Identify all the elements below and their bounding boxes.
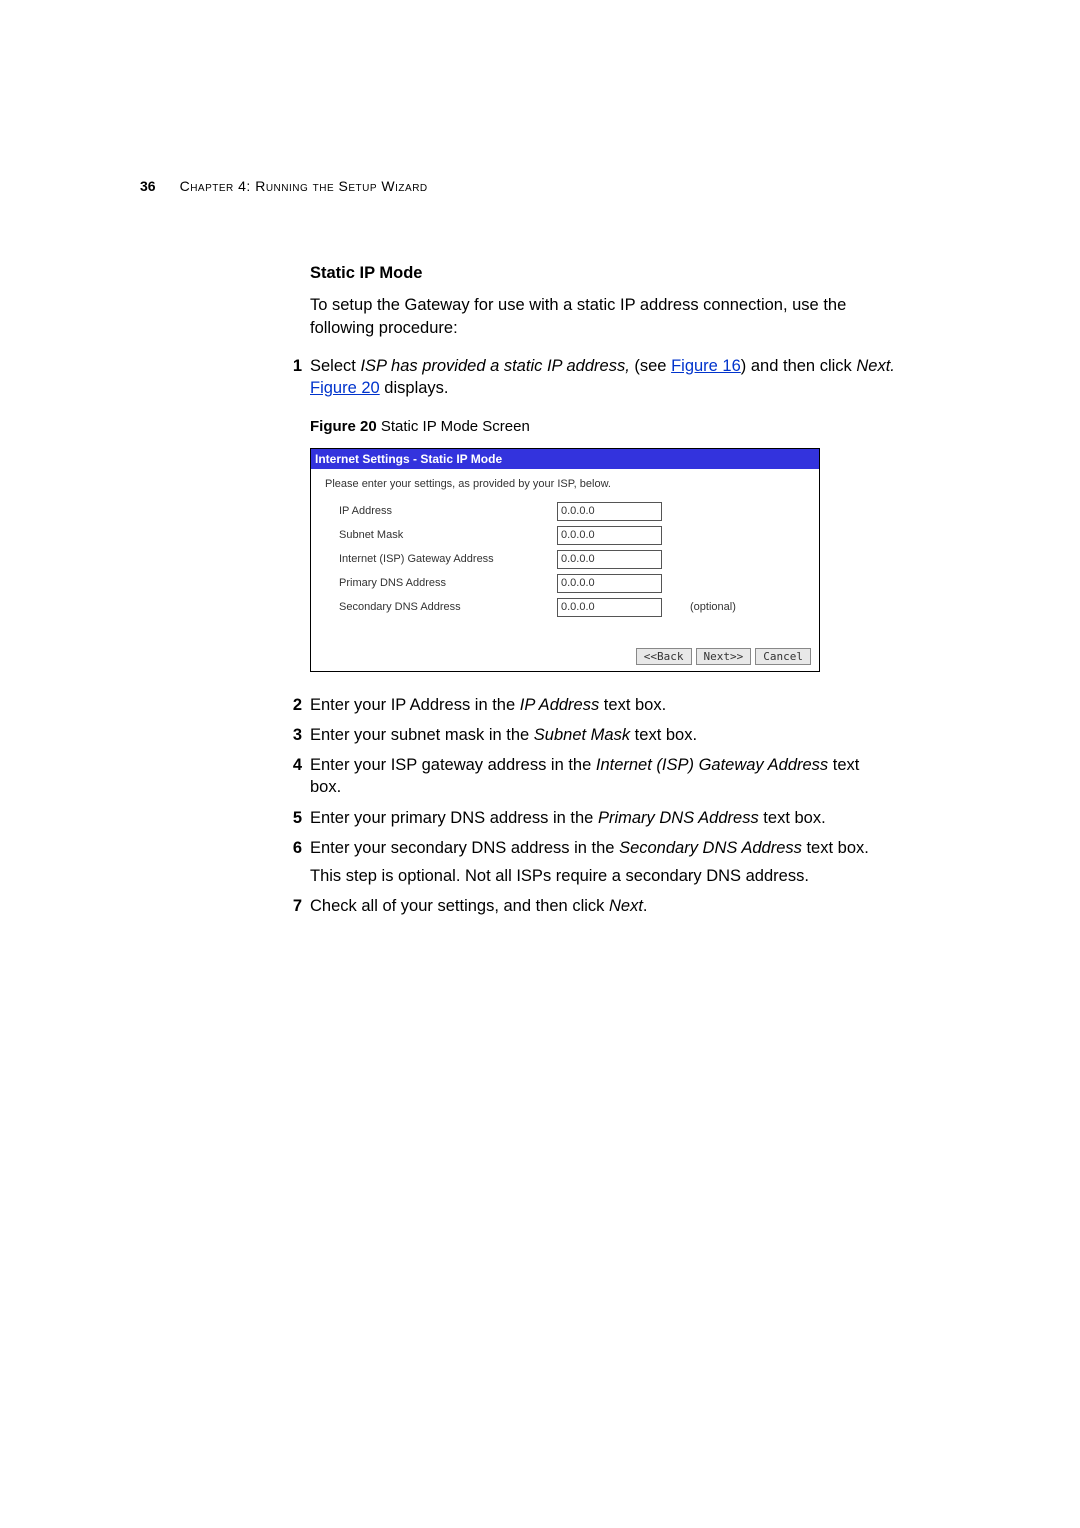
fig-caption-bold: Figure 20 [310, 418, 377, 435]
step-body: Enter your IP Address in the IP Address … [310, 694, 895, 716]
step-body: Select ISP has provided a static IP addr… [310, 355, 895, 400]
step-number: 7 [274, 895, 302, 917]
step-body: Enter your primary DNS address in the Pr… [310, 807, 895, 829]
text: . [643, 897, 648, 915]
form-row-secondary-dns: Secondary DNS Address (optional) [339, 598, 805, 617]
text: (see [630, 357, 671, 375]
label-subnet: Subnet Mask [339, 528, 557, 543]
text: text box. [630, 726, 697, 744]
text: Enter your primary DNS address in the [310, 809, 598, 827]
section-heading: Static IP Mode [310, 262, 895, 284]
step-5: 5 Enter your primary DNS address in the … [310, 807, 895, 829]
label-ip: IP Address [339, 504, 557, 519]
label-gateway: Internet (ISP) Gateway Address [339, 552, 557, 567]
panel-subtitle: Please enter your settings, as provided … [311, 469, 819, 498]
step-body: Enter your subnet mask in the Subnet Mas… [310, 724, 895, 746]
text: Enter your secondary DNS address in the [310, 839, 619, 857]
secondary-dns-input[interactable] [557, 598, 662, 617]
isp-gateway-input[interactable] [557, 550, 662, 569]
panel-title: Internet Settings - Static IP Mode [311, 449, 819, 469]
step-number: 1 [274, 355, 302, 377]
next-button[interactable]: Next>> [696, 648, 752, 665]
page-header: 36 Chapter 4: Running the Setup Wizard [140, 178, 950, 194]
step-body: Check all of your settings, and then cli… [310, 895, 895, 917]
fig-caption-rest: Static IP Mode Screen [377, 418, 530, 435]
step-number: 5 [274, 807, 302, 829]
back-button[interactable]: <<Back [636, 648, 692, 665]
text: text box. [802, 839, 869, 857]
step-4: 4 Enter your ISP gateway address in the … [310, 754, 895, 799]
italic-text: Primary DNS Address [598, 809, 759, 827]
step-body: Enter your secondary DNS address in the … [310, 837, 895, 888]
italic-text: Next. [856, 357, 895, 375]
subnet-mask-input[interactable] [557, 526, 662, 545]
label-secondary-dns: Secondary DNS Address [339, 600, 557, 615]
text: text box. [599, 696, 666, 714]
figure-16-link[interactable]: Figure 16 [671, 357, 741, 375]
step-number: 4 [274, 754, 302, 776]
italic-text: Next [609, 897, 643, 915]
italic-text: IP Address [520, 696, 599, 714]
step-number: 6 [274, 837, 302, 859]
figure-caption: Figure 20 Static IP Mode Screen [310, 417, 895, 437]
form-area: IP Address Subnet Mask Internet (ISP) Ga… [311, 498, 819, 626]
chapter-label: Chapter 4: Running the Setup Wizard [180, 178, 428, 194]
text: Select [310, 357, 360, 375]
cancel-button[interactable]: Cancel [755, 648, 811, 665]
static-ip-screenshot: Internet Settings - Static IP Mode Pleas… [310, 448, 820, 672]
step-6: 6 Enter your secondary DNS address in th… [310, 837, 895, 888]
step-3: 3 Enter your subnet mask in the Subnet M… [310, 724, 895, 746]
text: text box. [759, 809, 826, 827]
step-number: 3 [274, 724, 302, 746]
step-6-note: This step is optional. Not all ISPs requ… [310, 865, 895, 887]
form-row-subnet: Subnet Mask [339, 526, 805, 545]
italic-text: ISP has provided a static IP address, [360, 357, 629, 375]
step-1: 1 Select ISP has provided a static IP ad… [310, 355, 895, 400]
primary-dns-input[interactable] [557, 574, 662, 593]
form-row-ip: IP Address [339, 502, 805, 521]
step-number: 2 [274, 694, 302, 716]
ip-address-input[interactable] [557, 502, 662, 521]
figure-20-link[interactable]: Figure 20 [310, 379, 380, 397]
step-7: 7 Check all of your settings, and then c… [310, 895, 895, 917]
label-primary-dns: Primary DNS Address [339, 576, 557, 591]
step-2: 2 Enter your IP Address in the IP Addres… [310, 694, 895, 716]
italic-text: Subnet Mask [534, 726, 630, 744]
button-row: <<Back Next>> Cancel [311, 626, 819, 671]
optional-label: (optional) [690, 600, 736, 615]
intro-paragraph: To setup the Gateway for use with a stat… [310, 294, 895, 339]
italic-text: Secondary DNS Address [619, 839, 802, 857]
text: Enter your IP Address in the [310, 696, 520, 714]
form-row-gateway: Internet (ISP) Gateway Address [339, 550, 805, 569]
text: displays. [380, 379, 449, 397]
text: Check all of your settings, and then cli… [310, 897, 609, 915]
step-body: Enter your ISP gateway address in the In… [310, 754, 895, 799]
italic-text: Internet (ISP) Gateway Address [596, 756, 828, 774]
text: Enter your ISP gateway address in the [310, 756, 596, 774]
form-row-primary-dns: Primary DNS Address [339, 574, 805, 593]
page-number: 36 [140, 178, 156, 194]
text: ) and then click [741, 357, 857, 375]
main-content: Static IP Mode To setup the Gateway for … [310, 262, 895, 918]
text: Enter your subnet mask in the [310, 726, 534, 744]
